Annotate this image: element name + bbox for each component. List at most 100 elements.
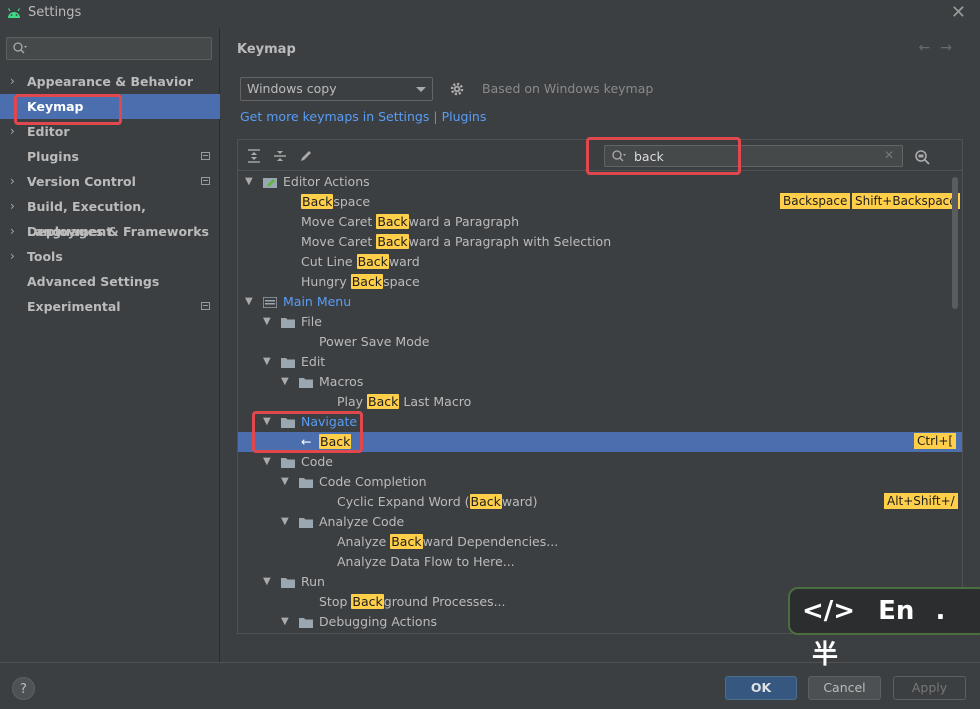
code-icon: </> bbox=[802, 596, 856, 626]
tree-label: Stop Background Processes... bbox=[319, 594, 506, 609]
tree-row-file[interactable]: ▼ File bbox=[238, 312, 962, 332]
tree-label: Cyclic Expand Word (Backward) bbox=[337, 494, 538, 509]
tree-scrollbar[interactable] bbox=[952, 177, 958, 309]
edit-pencil-icon[interactable] bbox=[298, 148, 314, 164]
sidebar-item-label: Plugins bbox=[27, 149, 79, 164]
window-title: Settings bbox=[28, 5, 82, 20]
tree-row-move-caret-backward-paragraph[interactable]: Move Caret Backward a Paragraph bbox=[238, 212, 962, 232]
chevron-right-icon: › bbox=[10, 224, 15, 238]
sidebar-item-version-control[interactable]: › Version Control bbox=[0, 169, 220, 194]
close-icon[interactable]: ✕ bbox=[951, 2, 966, 23]
sidebar-item-label: Experimental bbox=[27, 299, 121, 314]
tree-row-code-completion[interactable]: ▼ Code Completion bbox=[238, 472, 962, 492]
match-highlight: Back bbox=[301, 194, 334, 209]
ime-language: En bbox=[878, 596, 915, 626]
tree-label: Edit bbox=[301, 354, 326, 369]
folder-icon bbox=[299, 378, 313, 388]
tree-label: Code Completion bbox=[319, 474, 427, 489]
tree-label: Macros bbox=[319, 374, 364, 389]
dropdown-arrow-icon bbox=[416, 87, 426, 92]
help-button[interactable]: ? bbox=[12, 677, 35, 700]
tree-row-play-back-last-macro[interactable]: Play Back Last Macro bbox=[238, 392, 962, 412]
tree-row-cut-line-backward[interactable]: Cut Line Backward bbox=[238, 252, 962, 272]
chevron-down-icon[interactable]: ▼ bbox=[281, 372, 291, 392]
tree-row-backspace[interactable]: Backspace Backspace Shift+Backspace bbox=[238, 192, 962, 212]
tree-label: Run bbox=[301, 574, 325, 589]
sidebar-item-label: Version Control bbox=[27, 174, 136, 189]
apply-button[interactable]: Apply bbox=[893, 676, 966, 700]
match-highlight: Back bbox=[356, 254, 389, 269]
tree-row-analyze-data-flow[interactable]: Analyze Data Flow to Here... bbox=[238, 552, 962, 572]
tree-label: Analyze Backward Dependencies... bbox=[337, 534, 559, 549]
match-highlight: Back bbox=[367, 394, 400, 409]
collapse-all-icon[interactable] bbox=[272, 148, 288, 164]
tree-row-analyze-code[interactable]: ▼ Analyze Code bbox=[238, 512, 962, 532]
tree-row-analyze-backward-dependencies[interactable]: Analyze Backward Dependencies... bbox=[238, 532, 962, 552]
tree-label: Power Save Mode bbox=[319, 334, 430, 349]
tree-row-macros[interactable]: ▼ Macros bbox=[238, 372, 962, 392]
settings-search-field[interactable] bbox=[6, 37, 212, 60]
tree-label: Analyze Code bbox=[319, 514, 405, 529]
plugins-link[interactable]: Plugins bbox=[442, 109, 487, 124]
sidebar-item-appearance-behavior[interactable]: › Appearance & Behavior bbox=[0, 69, 220, 94]
chevron-right-icon: › bbox=[10, 74, 15, 88]
chevron-down-icon[interactable]: ▼ bbox=[281, 472, 291, 492]
sidebar-item-tools[interactable]: › Tools bbox=[0, 244, 220, 269]
chevron-down-icon[interactable]: ▼ bbox=[263, 452, 273, 472]
sidebar-item-label: Languages & Frameworks bbox=[27, 224, 209, 239]
sidebar-item-label: Tools bbox=[27, 249, 63, 264]
annotation-box-keymap bbox=[14, 94, 122, 125]
chevron-down-icon[interactable]: ▼ bbox=[263, 312, 273, 332]
match-highlight: Back bbox=[390, 534, 423, 549]
sidebar-item-experimental[interactable]: Experimental bbox=[0, 294, 220, 319]
chevron-down-icon[interactable]: ▼ bbox=[263, 352, 273, 372]
expand-all-icon[interactable] bbox=[246, 148, 262, 164]
keymap-action-tree[interactable]: ▼ Editor Actions Backspace Backspace Shi… bbox=[237, 170, 963, 634]
folder-icon bbox=[281, 578, 295, 588]
tree-row-editor-actions[interactable]: ▼ Editor Actions bbox=[238, 172, 962, 192]
cancel-button[interactable]: Cancel bbox=[808, 676, 881, 700]
find-by-shortcut-icon[interactable] bbox=[913, 148, 931, 166]
sidebar-item-languages-frameworks[interactable]: › Languages & Frameworks bbox=[0, 219, 220, 244]
forward-arrow-icon[interactable]: → bbox=[940, 40, 962, 56]
folder-icon bbox=[281, 318, 295, 328]
chevron-down-icon[interactable]: ▼ bbox=[245, 172, 255, 192]
match-highlight: Back bbox=[350, 274, 384, 289]
chevron-right-icon: › bbox=[10, 249, 15, 263]
folder-icon bbox=[299, 618, 313, 628]
ok-button[interactable]: OK bbox=[725, 676, 797, 700]
keymap-panel: Keymap ←→ Windows copy Based on Windows … bbox=[221, 28, 980, 662]
tree-row-main-menu[interactable]: ▼ Main Menu bbox=[238, 292, 962, 312]
keymap-select[interactable]: Windows copy bbox=[240, 77, 433, 101]
sidebar-item-label: Editor bbox=[27, 124, 70, 139]
tree-label: Cut Line Backward bbox=[301, 254, 420, 269]
tree-label: Debugging Actions bbox=[319, 614, 438, 629]
tree-row-code[interactable]: ▼ Code bbox=[238, 452, 962, 472]
tree-row-power-save-mode[interactable]: Power Save Mode bbox=[238, 332, 962, 352]
chevron-down-icon[interactable]: ▼ bbox=[245, 292, 255, 312]
settings-search-input[interactable] bbox=[29, 40, 209, 57]
sidebar-item-build-execution-deployment[interactable]: › Build, Execution, Deployment bbox=[0, 194, 220, 239]
tree-label: Play Back Last Macro bbox=[337, 394, 472, 409]
tree-row-move-caret-backward-paragraph-selection[interactable]: Move Caret Backward a Paragraph with Sel… bbox=[238, 232, 962, 252]
shortcut-badge: Backspace bbox=[780, 193, 851, 209]
chevron-down-icon[interactable]: ▼ bbox=[263, 572, 273, 592]
tree-row-cyclic-expand-word-backward[interactable]: Cyclic Expand Word (Backward) Alt+Shift+… bbox=[238, 492, 962, 512]
ime-punctuation: . bbox=[935, 596, 946, 626]
tree-row-hungry-backspace[interactable]: Hungry Backspace bbox=[238, 272, 962, 292]
tree-row-edit[interactable]: ▼ Edit bbox=[238, 352, 962, 372]
tree-label: Move Caret Backward a Paragraph bbox=[301, 214, 520, 229]
chevron-down-icon[interactable]: ▼ bbox=[281, 512, 291, 532]
keymap-select-value: Windows copy bbox=[247, 81, 337, 96]
clear-search-icon[interactable]: ✕ bbox=[884, 148, 894, 162]
sidebar-item-advanced-settings[interactable]: Advanced Settings bbox=[0, 269, 220, 294]
chevron-down-icon[interactable]: ▼ bbox=[281, 612, 291, 632]
back-arrow-icon[interactable]: ← bbox=[919, 40, 941, 56]
match-highlight: Back bbox=[376, 214, 409, 229]
android-icon bbox=[7, 8, 21, 18]
get-more-keymaps-link[interactable]: Get more keymaps in Settings bbox=[240, 109, 429, 124]
sidebar-item-plugins[interactable]: Plugins bbox=[0, 144, 220, 169]
gear-icon[interactable] bbox=[449, 81, 465, 97]
tree-label: Backspace bbox=[301, 194, 371, 209]
shortcut-badge: Shift+Backspace bbox=[852, 193, 960, 209]
